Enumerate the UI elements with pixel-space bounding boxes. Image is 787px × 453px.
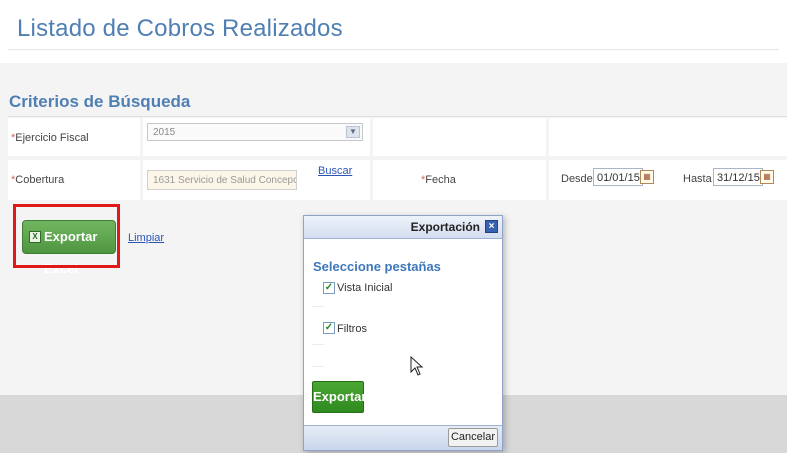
dialog-title: Exportación [410,220,480,234]
date-label: *Fecha [421,174,456,186]
to-date-input[interactable]: 31/12/15 [713,168,763,186]
title-divider [8,49,779,50]
section-divider [8,116,787,117]
cell-divider [370,118,373,156]
option-divider [312,306,324,307]
fiscal-year-row: *Ejercicio Fiscal 2015 ▼ [8,118,787,156]
dropdown-arrow-icon[interactable]: ▼ [346,126,360,138]
export-button[interactable]: Exportar [312,381,366,413]
cell-divider [370,160,373,200]
search-link[interactable]: Buscar [318,165,352,177]
cancel-button[interactable]: Cancelar [448,428,498,447]
cell-divider [546,118,549,156]
from-label: Desde [561,173,593,185]
checkbox-checked-icon[interactable]: ✓ [323,282,335,294]
dialog-subtitle: Seleccione pestañas [313,259,441,274]
option-label: Filtros [337,323,367,335]
option-divider [312,344,324,345]
page-title: Listado de Cobros Realizados [17,15,343,42]
fiscal-year-label: *Ejercicio Fiscal [11,132,89,144]
coverage-input[interactable]: 1631 Servicio de Salud Concepción; [147,170,297,190]
option-label: Vista Inicial [337,282,393,294]
close-icon[interactable]: × [485,220,498,233]
from-date-input[interactable]: 01/01/15 [593,168,643,186]
calendar-icon[interactable]: ▦ [640,170,654,184]
to-label: Hasta [683,173,712,185]
dialog-footer: Cancelar [304,425,502,450]
highlight-box [13,204,120,268]
coverage-row: *Cobertura 1631 Servicio de Salud Concep… [8,160,787,200]
dialog-header: Exportación × [304,216,502,239]
page: Listado de Cobros Realizados Criterios d… [0,0,787,453]
section-title: Criterios de Búsqueda [9,92,191,111]
fiscal-year-select[interactable]: 2015 ▼ [147,123,363,141]
calendar-icon[interactable]: ▦ [760,170,774,184]
export-dialog: Exportación × Seleccione pestañas ✓ Vist… [303,215,503,451]
cell-divider [140,118,143,156]
cell-divider [546,160,549,200]
coverage-label: *Cobertura [11,174,65,186]
option-divider [312,366,324,367]
mouse-pointer-icon [410,356,424,376]
cell-divider [140,160,143,200]
checkbox-checked-icon[interactable]: ✓ [323,322,335,334]
clear-link[interactable]: Limpiar [128,232,164,244]
